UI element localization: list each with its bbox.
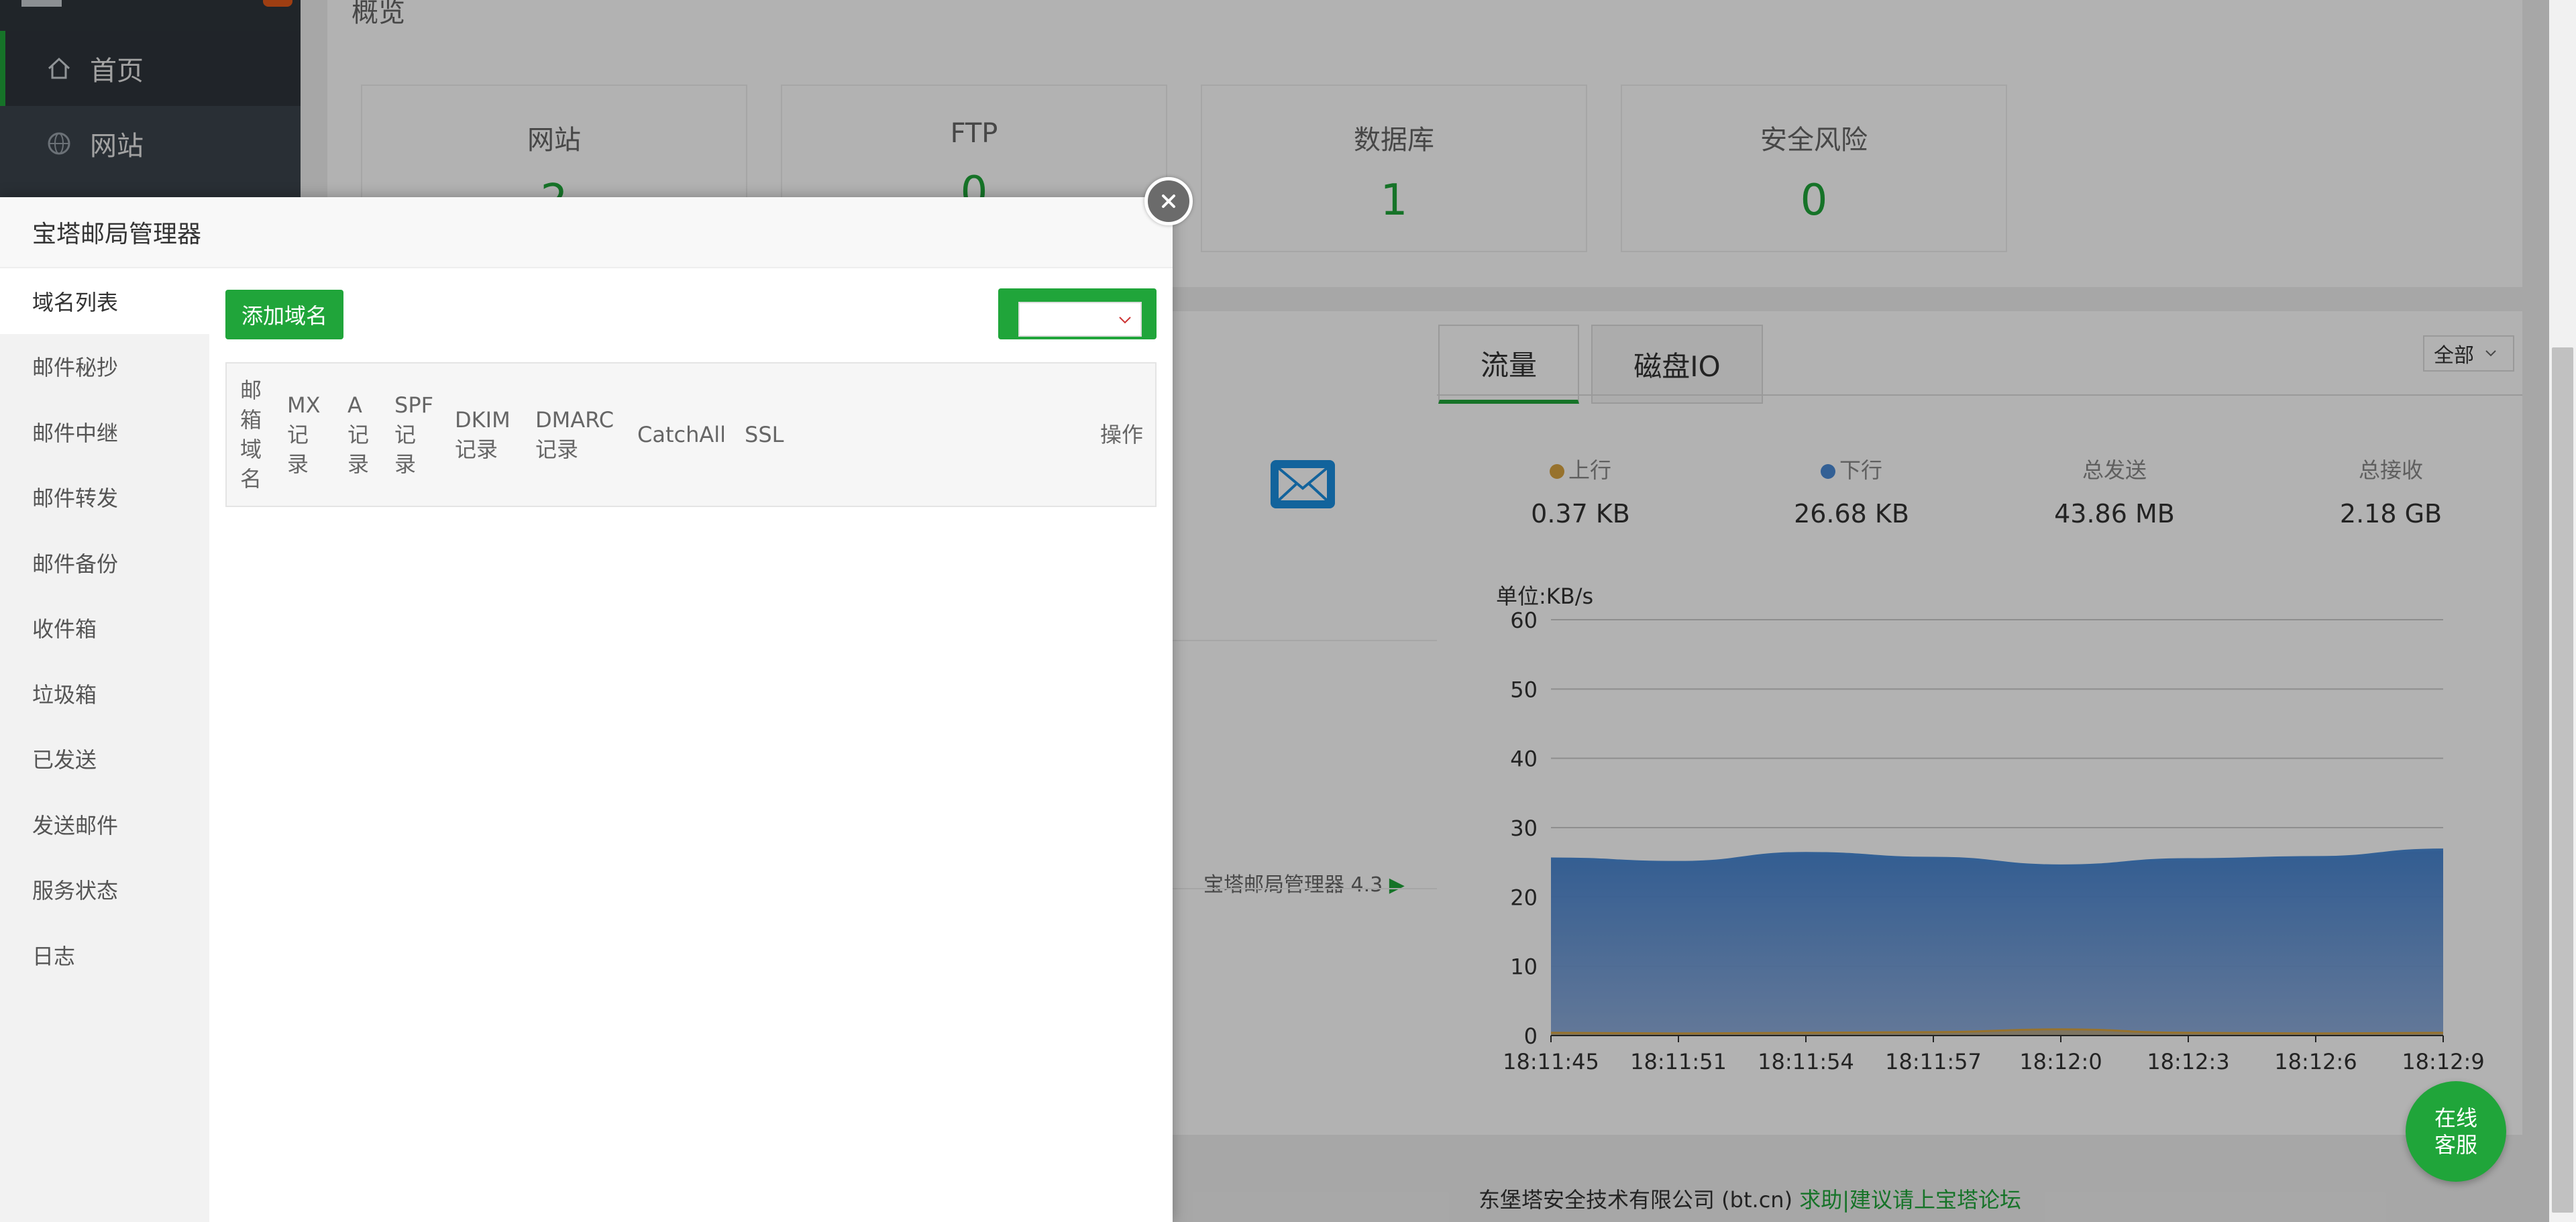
domain-table: 邮箱域名 MX 记录 A记录 SPF 记录 DKIM 记录 DMARC 记录 Catch… [225, 362, 1157, 507]
col-header-text: 操作 [1100, 422, 1144, 447]
menu-item[interactable]: 域名列表 [0, 268, 209, 334]
chat-label: 在线 [2434, 1105, 2477, 1131]
col-header-text: SSL [745, 422, 784, 447]
online-support-button[interactable]: 在线 客服 [2406, 1081, 2506, 1182]
menu-item[interactable]: 发送邮件 [0, 791, 209, 857]
col-header-text: SPF 记录 [394, 392, 434, 477]
menu-item[interactable]: 服务状态 [0, 857, 209, 923]
menu-item[interactable]: 邮件中继 [0, 399, 209, 465]
menu-item[interactable]: 邮件备份 [0, 530, 209, 596]
col-header-dmarc: DMARC 记录 [535, 364, 616, 506]
col-header-text: DKIM 记录 [455, 407, 511, 462]
col-header-spf: SPF 记录 [394, 364, 435, 506]
col-header-mx: MX 记录 [287, 364, 321, 506]
menu-item[interactable]: 邮件转发 [0, 465, 209, 531]
menu-item[interactable]: 收件箱 [0, 596, 209, 661]
modal-content: 添加域名 邮箱域名 MX 记录 A记录 SPF 记录 DKIM 记录 DMARC 记录 … [209, 268, 1173, 1222]
col-header-domain: 邮箱域名 [240, 364, 267, 506]
col-header-text: DMARC 记录 [535, 407, 614, 462]
filter-select[interactable] [1018, 302, 1142, 337]
col-header-actions: 操作 [1100, 364, 1143, 506]
col-header-text: CatchAll [637, 422, 727, 447]
col-header-catchall: CatchAll [637, 364, 726, 506]
menu-item[interactable]: 日志 [0, 922, 209, 988]
modal-close-button[interactable] [1144, 177, 1193, 225]
filter-wrapper [998, 288, 1157, 339]
chevron-down-icon [1119, 317, 1131, 324]
modal-menu: 域名列表 邮件秘抄 邮件中继 邮件转发 邮件备份 收件箱 垃圾箱 已发送 发送邮件 服务状态 日志 [0, 268, 209, 1222]
col-header-text: MX 记录 [287, 392, 321, 477]
chat-label: 客服 [2434, 1132, 2477, 1158]
menu-item[interactable]: 已发送 [0, 726, 209, 792]
scrollbar[interactable] [2549, 0, 2576, 1222]
add-domain-button[interactable]: 添加域名 [225, 290, 343, 339]
modal-title: 宝塔邮局管理器 [0, 197, 1173, 268]
col-header-text: A记录 [347, 392, 370, 477]
col-header-dkim: DKIM 记录 [455, 364, 515, 506]
col-header-ssl: SSL [745, 364, 784, 506]
mail-manager-modal: 宝塔邮局管理器 域名列表 邮件秘抄 邮件中继 邮件转发 邮件备份 收件箱 垃圾箱 已发送 发送邮… [0, 197, 1173, 1222]
col-header-a: A记录 [347, 364, 374, 506]
menu-item[interactable]: 邮件秘抄 [0, 334, 209, 400]
col-header-text: 邮箱域名 [240, 378, 262, 492]
close-icon [1162, 195, 1175, 208]
scrollbar-thumb[interactable] [2552, 347, 2573, 1213]
menu-item[interactable]: 垃圾箱 [0, 661, 209, 726]
